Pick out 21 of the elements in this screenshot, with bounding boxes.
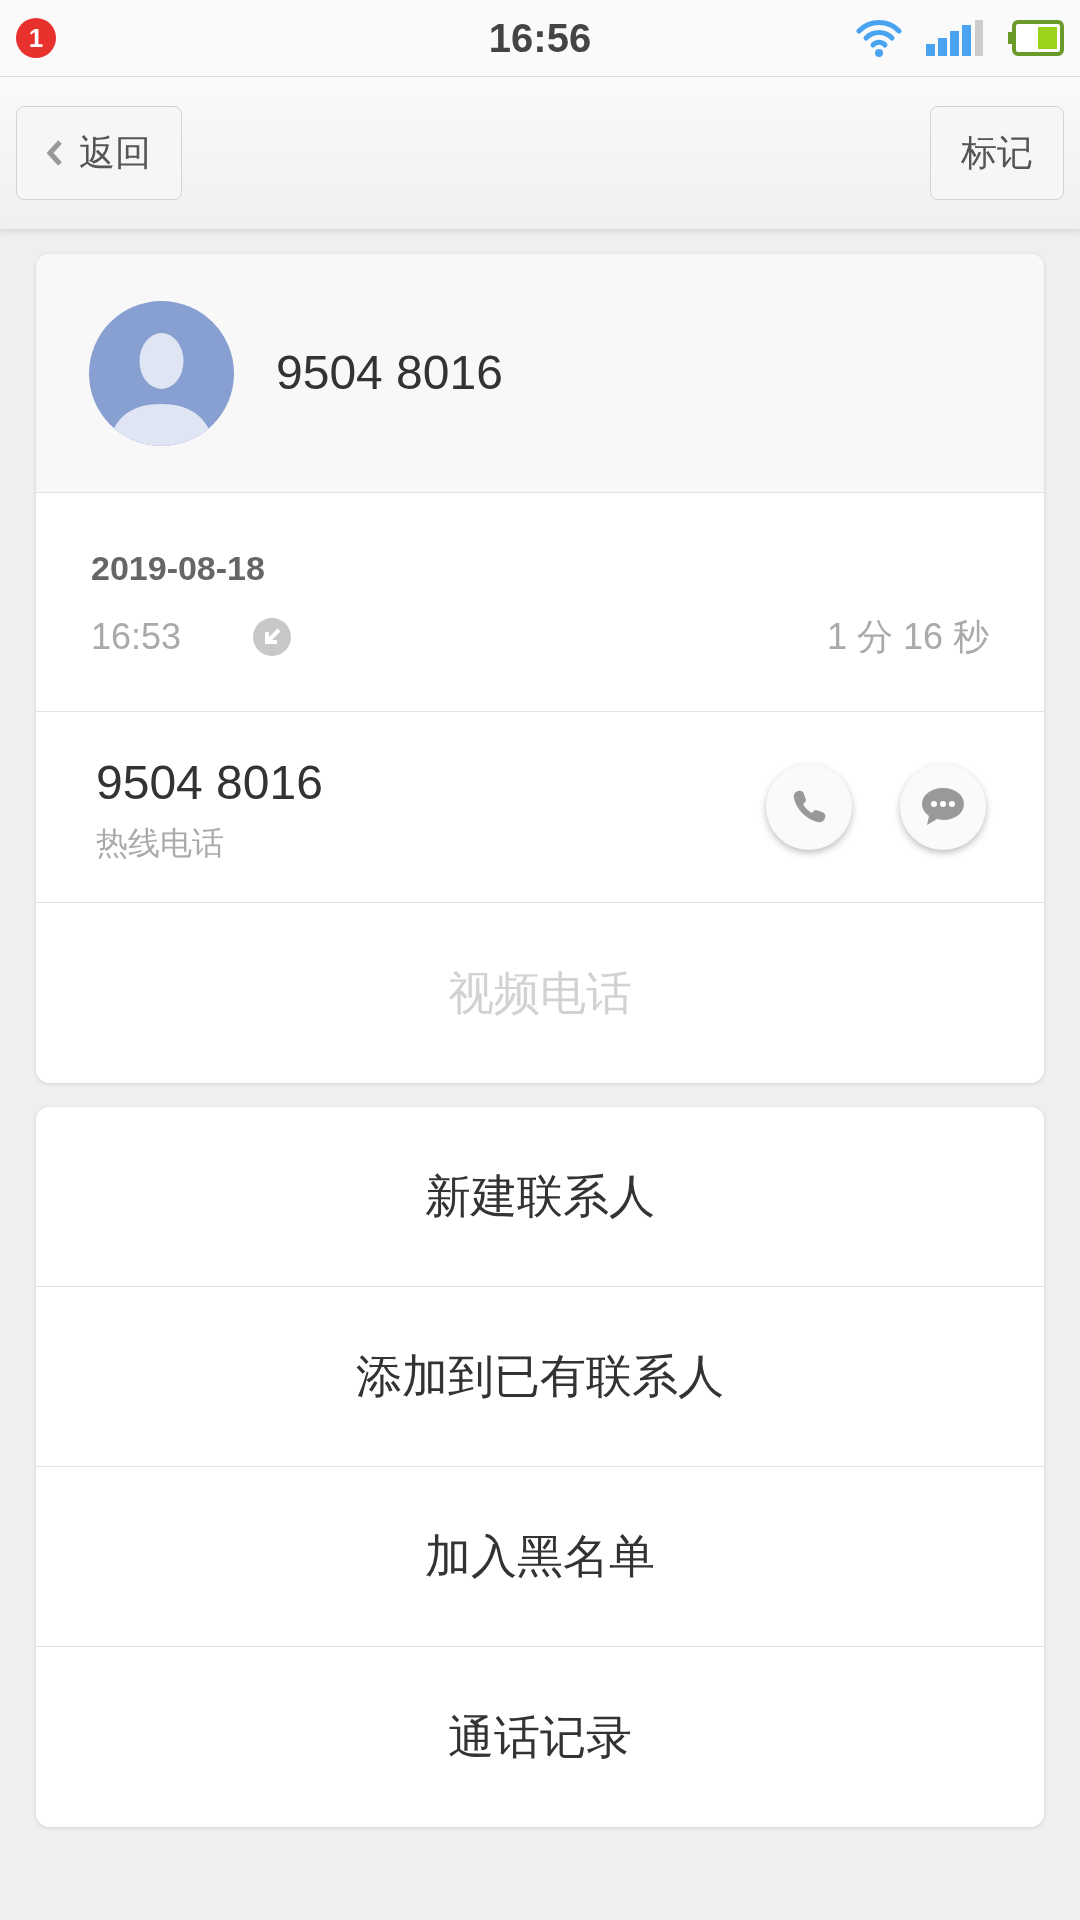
phone-number: 9504 8016 bbox=[96, 755, 324, 811]
signal-icon bbox=[926, 20, 984, 56]
status-time: 16:56 bbox=[488, 15, 592, 62]
action-button[interactable]: 加入黑名单 bbox=[36, 1467, 1044, 1647]
action-button[interactable]: 通话记录 bbox=[36, 1647, 1044, 1827]
call-button[interactable] bbox=[766, 764, 852, 850]
wifi-icon bbox=[856, 18, 902, 58]
chat-bubble-icon bbox=[920, 786, 966, 828]
call-date: 2019-08-18 bbox=[91, 548, 266, 589]
call-duration: 1 分 16 秒 bbox=[826, 615, 989, 659]
number-type: 热线电话 bbox=[96, 824, 225, 863]
contact-name: 9504 8016 bbox=[276, 345, 503, 401]
call-time: 16:53 bbox=[91, 615, 182, 659]
action-button[interactable]: 新建联系人 bbox=[36, 1107, 1044, 1287]
chevron-left-icon bbox=[47, 139, 63, 167]
mark-button[interactable]: 标记 bbox=[930, 106, 1064, 200]
message-button[interactable] bbox=[900, 764, 986, 850]
battery-icon bbox=[1008, 20, 1064, 56]
action-button[interactable]: 添加到已有联系人 bbox=[36, 1287, 1044, 1467]
back-button[interactable]: 返回 bbox=[16, 106, 182, 200]
notification-badge: 1 bbox=[16, 18, 56, 58]
